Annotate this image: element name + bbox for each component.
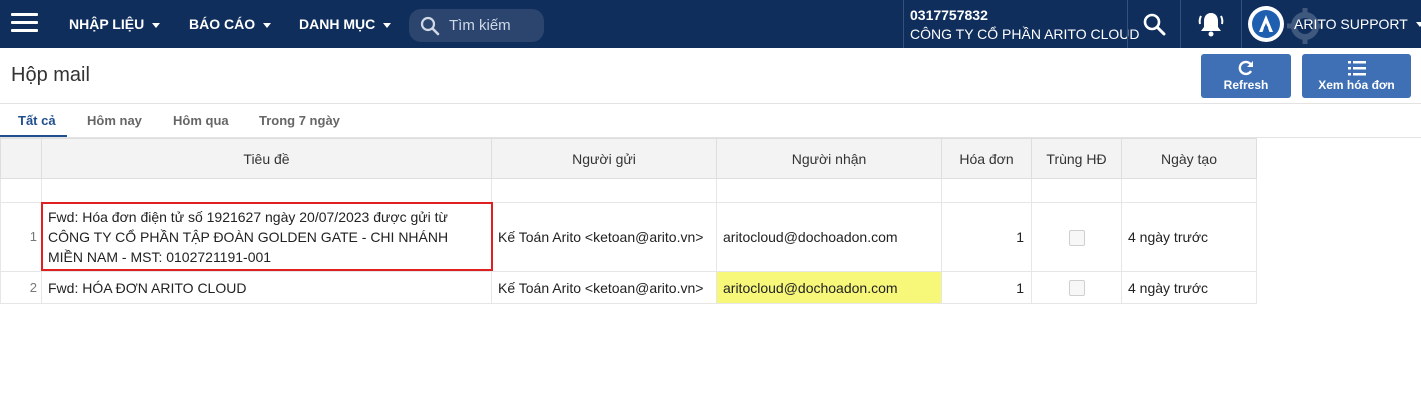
avatar [1248, 6, 1284, 42]
table-header-row: Tiêu đề Người gửi Người nhận Hóa đơn Trù… [0, 138, 1257, 179]
subject-cell[interactable]: Fwd: HÓA ĐƠN ARITO CLOUD [41, 271, 492, 304]
nav-menu-reports[interactable]: BÁO CÁO [189, 0, 272, 48]
caret-down-icon [152, 22, 161, 28]
caret-down-icon [383, 22, 392, 28]
filter-cell[interactable] [491, 178, 717, 203]
filter-cell[interactable] [941, 178, 1032, 203]
refresh-button[interactable]: Refresh [1201, 54, 1291, 98]
column-header[interactable]: Trùng HĐ [1031, 138, 1122, 179]
tab-today[interactable]: Hôm nay [87, 104, 142, 138]
tab-label: Trong 7 ngày [259, 113, 340, 128]
filter-row [0, 178, 1257, 203]
row-number-header [0, 138, 42, 179]
divider [903, 0, 904, 48]
duplicate-cell [1031, 202, 1122, 272]
company-info: 0317757832 CÔNG TY CỔ PHẦN ARITO CLOUD [910, 6, 1140, 44]
tab-all[interactable]: Tất cả [18, 104, 56, 138]
company-name: CÔNG TY CỔ PHẦN ARITO CLOUD [910, 26, 1140, 42]
table-row[interactable]: 1 Fwd: Hóa đơn điện tử số 1921627 ngày 2… [0, 202, 1257, 272]
search-button[interactable] [1128, 0, 1180, 48]
nav-menu-catalog[interactable]: DANH MỤC [299, 0, 392, 48]
table-row[interactable]: 2 Fwd: HÓA ĐƠN ARITO CLOUD Kế Toán Arito… [0, 271, 1257, 304]
column-header[interactable]: Tiêu đề [41, 138, 492, 179]
refresh-label: Refresh [1223, 78, 1269, 92]
invoice-count-cell[interactable]: 1 [941, 271, 1032, 304]
company-tax-id: 0317757832 [910, 7, 988, 23]
user-menu[interactable]: ARITO SUPPORT [1248, 0, 1421, 48]
filter-cell[interactable] [1121, 178, 1257, 203]
user-name: ARITO SUPPORT [1294, 16, 1408, 32]
recipient-cell[interactable]: aritocloud@dochoadon.com [716, 271, 942, 304]
column-header[interactable]: Ngày tạo [1121, 138, 1257, 179]
mail-table: Tiêu đề Người gửi Người nhận Hóa đơn Trù… [0, 138, 1257, 304]
view-invoice-label: Xem hóa đơn [1318, 78, 1395, 92]
filter-cell[interactable] [1031, 178, 1122, 203]
refresh-icon [1238, 60, 1253, 76]
view-invoice-button[interactable]: Xem hóa đơn [1302, 54, 1411, 98]
tab-yesterday[interactable]: Hôm qua [173, 104, 229, 138]
row-number: 2 [0, 271, 42, 304]
divider [1241, 0, 1242, 48]
caret-down-icon [263, 22, 272, 28]
duplicate-cell [1031, 271, 1122, 304]
filter-cell[interactable] [41, 178, 492, 203]
created-cell[interactable]: 4 ngày trước [1121, 202, 1257, 272]
recipient-cell[interactable]: aritocloud@dochoadon.com [716, 202, 942, 272]
tab-label: Hôm qua [173, 113, 229, 128]
top-navbar: NHẬP LIỆU BÁO CÁO DANH MỤC Tìm kiếm 0317… [0, 0, 1421, 48]
tab-last-7-days[interactable]: Trong 7 ngày [259, 104, 340, 138]
invoice-count-cell[interactable]: 1 [941, 202, 1032, 272]
nav-menu-label: NHẬP LIỆU [69, 16, 145, 32]
filter-cell[interactable] [716, 178, 942, 203]
subject-cell[interactable]: Fwd: Hóa đơn điện tử số 1921627 ngày 20/… [41, 202, 492, 272]
column-header[interactable]: Người nhận [716, 138, 942, 179]
nav-menu-label: DANH MỤC [299, 16, 376, 32]
column-header[interactable]: Người gửi [491, 138, 717, 179]
created-cell[interactable]: 4 ngày trước [1121, 271, 1257, 304]
list-icon [1347, 61, 1366, 76]
filter-cell [0, 178, 42, 203]
arito-logo-icon [1252, 10, 1280, 38]
duplicate-checkbox[interactable] [1068, 230, 1085, 247]
column-header[interactable]: Hóa đơn [941, 138, 1032, 179]
tab-label: Tất cả [18, 113, 56, 128]
search-icon [420, 16, 440, 36]
caret-down-icon [1415, 21, 1421, 27]
nav-menu-input[interactable]: NHẬP LIỆU [69, 0, 161, 48]
menu-icon[interactable] [11, 13, 38, 33]
search-input[interactable]: Tìm kiếm [409, 9, 544, 42]
notifications-button[interactable] [1181, 0, 1241, 48]
tab-label: Hôm nay [87, 113, 142, 128]
sender-cell[interactable]: Kế Toán Arito <ketoan@arito.vn> [491, 202, 717, 272]
search-icon [1143, 13, 1166, 36]
search-placeholder: Tìm kiếm [449, 17, 511, 34]
bell-icon [1198, 13, 1224, 37]
page-title: Hộp mail [11, 64, 90, 86]
row-number: 1 [0, 202, 42, 272]
sender-cell[interactable]: Kế Toán Arito <ketoan@arito.vn> [491, 271, 717, 304]
duplicate-checkbox[interactable] [1068, 280, 1085, 297]
nav-menu-label: BÁO CÁO [189, 16, 256, 32]
